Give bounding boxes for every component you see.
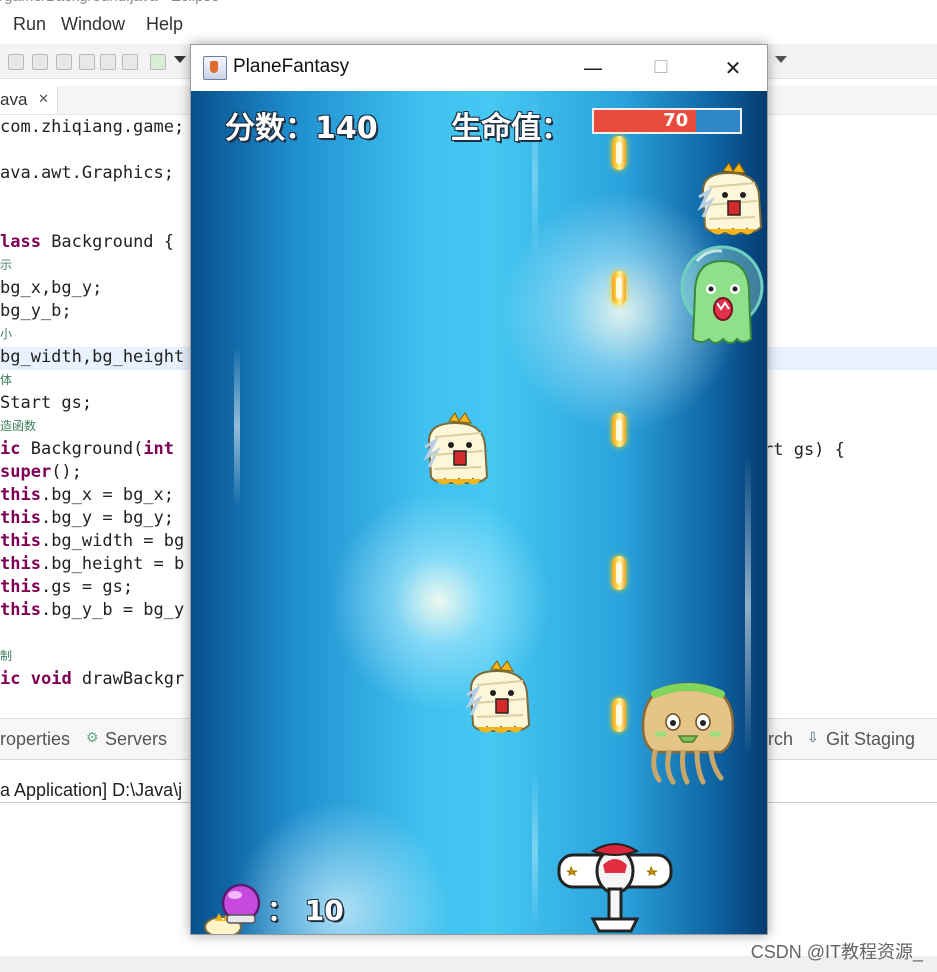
bullet <box>612 413 626 447</box>
code-line: this.bg_y_b = bg_y <box>0 600 185 620</box>
menu-help[interactable]: Help <box>146 14 183 35</box>
code-line: com.zhiqiang.game; <box>0 117 185 137</box>
code-line: lass Background { <box>0 232 175 252</box>
dropdown-arrow-icon[interactable] <box>775 56 787 63</box>
editor-tab-background-java[interactable]: ava ✕ <box>0 86 59 114</box>
code-line: bg_y_b; <box>0 301 72 321</box>
player-plane <box>557 843 673 933</box>
code-comment-line: 小 <box>0 327 13 341</box>
menu-window[interactable]: Window <box>61 14 125 35</box>
code-line: ava.awt.Graphics; <box>0 163 174 183</box>
code-line: ic void drawBackgr <box>0 669 185 689</box>
bullet <box>612 136 626 170</box>
jellyfish-enemy <box>641 682 735 785</box>
toolbar-button-icon[interactable] <box>56 54 72 70</box>
code-line: this.bg_y = bg_y; <box>0 508 175 528</box>
bullet <box>612 271 626 305</box>
editor-tab-label: ava <box>0 90 28 109</box>
console-launch-line: a Application] D:\Java\j <box>0 780 183 800</box>
java-app-icon <box>203 56 227 80</box>
maximize-button[interactable]: ☐ <box>627 45 695 91</box>
code-line: this.bg_height = b <box>0 554 185 574</box>
score-value: 140 <box>315 111 378 146</box>
tab-search[interactable]: rch <box>768 729 793 750</box>
bullet <box>612 556 626 590</box>
toolbar-button-icon[interactable] <box>100 54 116 70</box>
life-label: 生命值： <box>451 111 571 146</box>
menu-bar: Run Window Help <box>0 12 937 42</box>
code-comment-line: 制 <box>0 649 13 663</box>
code-line: bg_width,bg_height <box>0 347 185 367</box>
bandage-ghost-enemy <box>423 412 489 485</box>
watermark-text: CSDN @IT教程资源_ <box>750 942 923 962</box>
score-label: 分数：140 <box>225 111 378 146</box>
code-line: this.bg_width = bg <box>0 531 185 551</box>
code-line: bg_x,bg_y; <box>0 278 103 298</box>
tab-properties[interactable]: roperties <box>0 729 70 750</box>
eclipse-window-title: /game/Background.java - Eclipse <box>0 0 219 8</box>
bandage-ghost-enemy <box>697 162 763 235</box>
servers-icon: ⚙ <box>86 729 99 745</box>
menu-run[interactable]: Run <box>13 14 46 35</box>
toolbar-button-icon[interactable] <box>8 54 24 70</box>
code-comment-line: 体 <box>0 373 13 387</box>
light-streak <box>532 771 538 931</box>
code-line: Start gs; <box>0 393 93 413</box>
tab-git-staging[interactable]: Git Staging <box>826 729 915 750</box>
minimize-button[interactable]: — <box>559 45 627 91</box>
close-tab-icon[interactable]: ✕ <box>38 91 49 106</box>
dropdown-arrow-icon[interactable] <box>174 56 186 63</box>
game-canvas[interactable]: 分数：140 生命值： 70 ： 10 <box>191 91 767 934</box>
bubble-alien-enemy <box>680 245 764 344</box>
game-window[interactable]: PlaneFantasy — ☐ ✕ 分数：140 生命值： 70 ： 10 <box>190 44 768 935</box>
bandage-ghost-enemy <box>465 660 531 733</box>
light-streak <box>234 346 240 506</box>
code-line: ic Background(int <box>0 439 175 459</box>
game-title-bar[interactable]: PlaneFantasy — ☐ ✕ <box>191 45 767 91</box>
bomb-count: ： 10 <box>267 894 344 927</box>
close-button[interactable]: ✕ <box>699 45 767 91</box>
debug-bug-icon[interactable] <box>150 54 166 70</box>
toolbar-button-icon[interactable] <box>122 54 138 70</box>
toolbar-button-icon[interactable] <box>79 54 95 70</box>
toolbar-button-icon[interactable] <box>32 54 48 70</box>
bomb-icon <box>204 883 261 934</box>
code-line: super(); <box>0 462 82 482</box>
health-bar: 70 <box>592 108 742 134</box>
bullet <box>612 698 626 732</box>
light-streak <box>745 456 751 756</box>
code-line: this.bg_x = bg_x; <box>0 485 175 505</box>
code-fragment-right: rt gs) { <box>763 440 845 460</box>
code-comment-line: 造函数 <box>0 419 37 433</box>
git-staging-icon: ⇩ <box>807 729 819 745</box>
window-title: PlaneFantasy <box>233 56 350 77</box>
code-comment-line: 示 <box>0 258 13 272</box>
health-value: 70 <box>663 110 689 131</box>
code-line: this.gs = gs; <box>0 577 134 597</box>
tab-servers[interactable]: Servers <box>105 729 167 750</box>
